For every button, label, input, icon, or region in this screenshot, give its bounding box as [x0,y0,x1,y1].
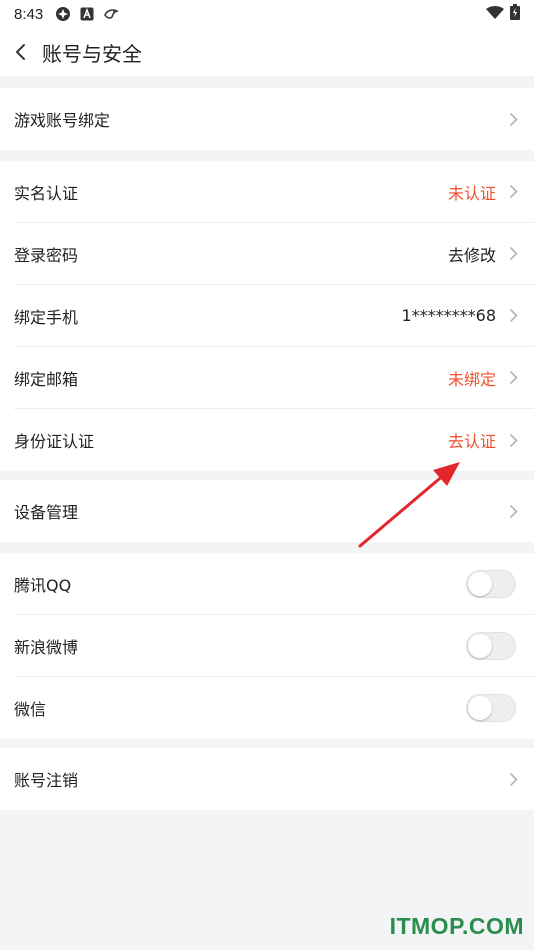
toggle-knob [468,696,492,720]
toggle-knob [468,633,492,658]
settings-group-account: 账号注销 [0,748,534,810]
chevron-right-icon [506,504,520,519]
qq-toggle-switch[interactable] [466,569,516,598]
a-notification-icon [80,7,94,21]
row-wechat: 微信 [14,677,534,739]
row-label: 身份证认证 [14,432,95,451]
row-label: 绑定邮箱 [14,369,79,389]
phone-value: 1********68 [401,306,496,325]
chevron-right-icon [506,772,520,787]
row-id-card-verification[interactable]: 身份证认证 去认证 [14,409,534,471]
weibo-toggle-switch[interactable] [466,631,516,660]
settings-group-game: 游戏账号绑定 [0,88,534,150]
row-device-management[interactable]: 设备管理 [14,480,534,542]
chevron-right-icon [506,112,520,127]
row-sina-weibo: 新浪微博 [14,615,534,677]
settings-group-devices: 设备管理 [0,480,534,542]
status-value: 未绑定 [447,369,496,389]
row-login-password[interactable]: 登录密码 去修改 [14,223,534,285]
app-notification-icon [55,6,71,22]
settings-group-social: 腾讯QQ 新浪微博 微信 [0,553,534,739]
chevron-right-icon [506,370,520,385]
chevron-right-icon [506,308,520,323]
top-nav-bar: 账号与安全 [0,28,534,76]
row-label: 微信 [14,700,47,719]
status-value: 去修改 [447,245,496,265]
chevron-left-icon [16,44,25,60]
bird-notification-icon [103,6,120,22]
back-button[interactable] [0,28,42,76]
status-value: 去认证 [447,432,496,451]
row-label: 设备管理 [14,503,79,522]
toggle-knob [468,571,492,596]
status-time: 8:43 [14,5,44,23]
row-label: 腾讯QQ [14,575,72,595]
chevron-right-icon [506,246,520,261]
wifi-icon [486,5,504,24]
wechat-toggle-switch[interactable] [466,694,516,722]
watermark-text: ITMOP.COM [389,913,524,939]
row-bind-email[interactable]: 绑定邮箱 未绑定 [14,347,534,409]
page-title: 账号与安全 [42,41,142,66]
status-value: 未认证 [447,183,496,203]
row-tencent-qq: 腾讯QQ [14,553,534,615]
row-label: 绑定手机 [14,307,79,327]
row-label: 账号注销 [14,771,79,790]
row-label: 登录密码 [14,245,79,265]
chevron-right-icon [506,433,520,448]
settings-group-security: 实名认证 未认证 登录密码 去修改 绑定手机 1********68 绑定邮箱 … [0,161,534,471]
chevron-right-icon [506,184,520,199]
status-bar: 8:43 [0,0,534,28]
row-bind-phone[interactable]: 绑定手机 1********68 [14,285,534,347]
row-label: 实名认证 [14,183,79,203]
battery-icon [510,4,520,24]
row-game-account-binding[interactable]: 游戏账号绑定 [14,88,534,150]
row-account-deletion[interactable]: 账号注销 [14,748,534,810]
row-real-name-verification[interactable]: 实名认证 未认证 [14,161,534,223]
row-label: 游戏账号绑定 [14,111,111,130]
row-label: 新浪微博 [14,637,79,657]
